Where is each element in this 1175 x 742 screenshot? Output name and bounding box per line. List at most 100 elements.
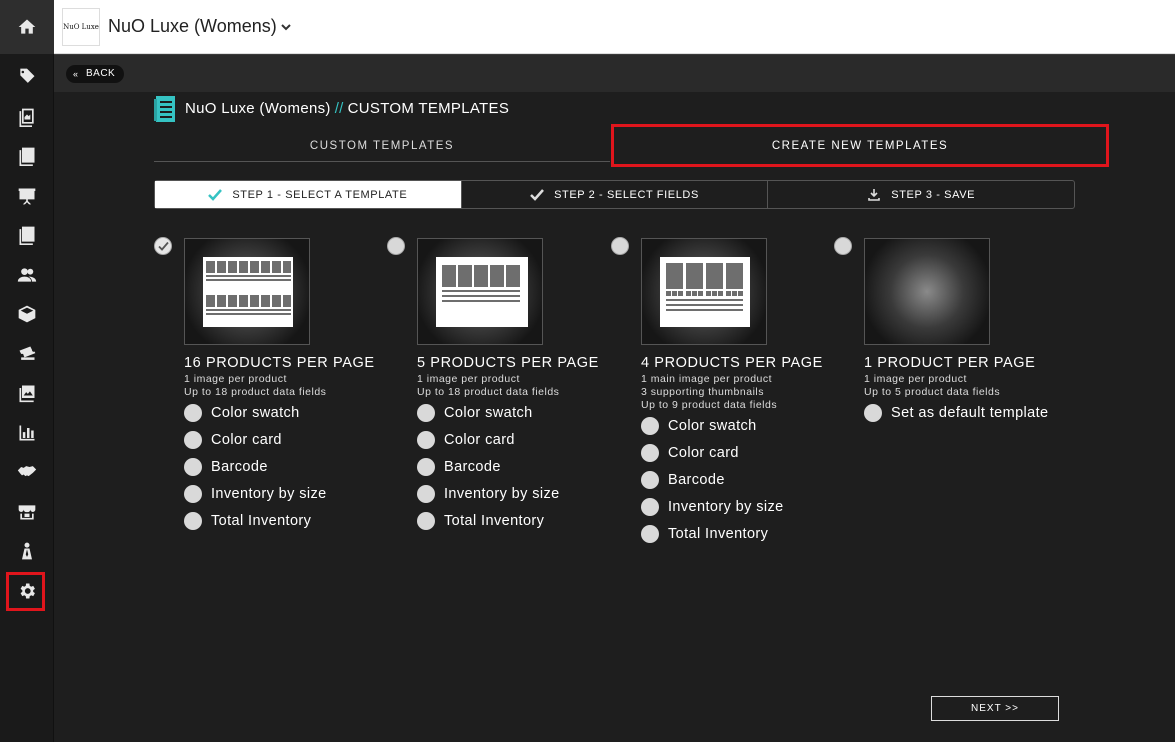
radio-button[interactable]: [184, 485, 202, 503]
sub-toolbar: « BACK: [54, 54, 1175, 92]
sidebar-item-presentations[interactable]: [0, 178, 54, 214]
radio-button[interactable]: [641, 525, 659, 543]
template-4-select-radio[interactable]: [611, 237, 629, 255]
template-desc-line: Up to 18 product data fields: [184, 386, 327, 398]
sidebar-item-tags[interactable]: [0, 59, 54, 95]
bar-chart-icon: [19, 425, 35, 441]
sidebar-item-partners[interactable]: [0, 454, 54, 490]
option-barcode[interactable]: Barcode: [184, 457, 268, 477]
sidebar-item-orders[interactable]: [0, 217, 54, 253]
tab-custom-templates[interactable]: CUSTOM TEMPLATES: [154, 128, 610, 162]
check-icon: [158, 241, 169, 251]
template-desc-line: Up to 5 product data fields: [864, 386, 1001, 398]
option-total-inventory[interactable]: Total Inventory: [184, 511, 311, 531]
option-color-swatch[interactable]: Color swatch: [641, 416, 757, 436]
tab-create-new-templates[interactable]: CREATE NEW TEMPLATES: [611, 124, 1109, 167]
radio-button[interactable]: [417, 431, 435, 449]
radio-button[interactable]: [417, 404, 435, 422]
option-inventory-by-size[interactable]: Inventory by size: [641, 497, 784, 517]
template-16-thumbnail[interactable]: [184, 238, 310, 345]
sidebar: [0, 0, 54, 742]
template-desc-line: Up to 18 product data fields: [417, 386, 560, 398]
brand-selector[interactable]: NuO Luxe (Womens): [108, 16, 277, 37]
template-1-select-radio[interactable]: [834, 237, 852, 255]
radio-button[interactable]: [184, 431, 202, 449]
radio-button[interactable]: [641, 471, 659, 489]
radio-button[interactable]: [641, 444, 659, 462]
template-desc-line: 1 image per product: [864, 373, 967, 385]
step-1-select-template[interactable]: STEP 1 - SELECT A TEMPLATE: [155, 181, 462, 208]
option-label: Inventory by size: [668, 499, 784, 515]
template-desc-line: 1 image per product: [417, 373, 520, 385]
sidebar-item-reps[interactable]: [0, 533, 54, 569]
radio-button[interactable]: [417, 485, 435, 503]
template-5-select-radio[interactable]: [387, 237, 405, 255]
double-chevron-left-icon: «: [73, 69, 79, 79]
template-4-thumbnail[interactable]: [641, 238, 767, 345]
back-button-label: BACK: [86, 68, 116, 79]
radio-button[interactable]: [864, 404, 882, 422]
checklist-icon: [19, 226, 35, 245]
template-5-thumbnail[interactable]: [417, 238, 543, 345]
step-2-select-fields[interactable]: STEP 2 - SELECT FIELDS: [462, 181, 769, 208]
template-desc-line: 1 image per product: [184, 373, 287, 385]
option-label: Total Inventory: [668, 526, 769, 542]
option-label: Barcode: [211, 459, 268, 475]
option-label: Barcode: [444, 459, 501, 475]
template-1-thumbnail[interactable]: [864, 238, 990, 345]
check-icon: [530, 188, 545, 201]
option-total-inventory[interactable]: Total Inventory: [641, 524, 768, 544]
template-list-icon: [154, 96, 175, 122]
box-icon: [18, 305, 36, 323]
tag-icon: [20, 68, 35, 83]
sidebar-item-store[interactable]: [0, 494, 54, 530]
option-inventory-by-size[interactable]: Inventory by size: [417, 484, 560, 504]
option-color-card[interactable]: Color card: [641, 443, 739, 463]
catalog-icon: [19, 147, 35, 166]
option-set-default-template[interactable]: Set as default template: [864, 403, 1049, 423]
option-color-card[interactable]: Color card: [417, 430, 515, 450]
template-16-select-radio[interactable]: [154, 237, 172, 255]
radio-button[interactable]: [184, 512, 202, 530]
sidebar-item-customers[interactable]: [0, 257, 54, 293]
sidebar-item-products[interactable]: [0, 296, 54, 332]
next-button[interactable]: NEXT >>: [931, 696, 1059, 721]
option-label: Color card: [668, 445, 739, 461]
option-total-inventory[interactable]: Total Inventory: [417, 511, 544, 531]
option-barcode[interactable]: Barcode: [417, 457, 501, 477]
salesperson-icon: [22, 542, 32, 560]
radio-button[interactable]: [184, 458, 202, 476]
sidebar-item-reports[interactable]: [0, 415, 54, 451]
download-icon: [868, 188, 881, 201]
option-barcode[interactable]: Barcode: [641, 470, 725, 490]
option-color-card[interactable]: Color card: [184, 430, 282, 450]
radio-button[interactable]: [641, 498, 659, 516]
back-button[interactable]: « BACK: [66, 65, 125, 83]
radio-button[interactable]: [641, 417, 659, 435]
option-color-swatch[interactable]: Color swatch: [184, 403, 300, 423]
top-header: NuO Luxe NuO Luxe (Womens): [54, 0, 1175, 54]
sidebar-item-catalogs[interactable]: [0, 138, 54, 174]
option-inventory-by-size[interactable]: Inventory by size: [184, 484, 327, 504]
check-icon: [208, 188, 223, 201]
sidebar-item-promotions[interactable]: [0, 336, 54, 372]
step-3-label: STEP 3 - SAVE: [891, 188, 976, 201]
sidebar-item-images[interactable]: [0, 375, 54, 411]
users-icon: [17, 268, 37, 282]
option-label: Color swatch: [211, 405, 300, 421]
option-label: Total Inventory: [444, 513, 545, 529]
template-title: 16 PRODUCTS PER PAGE: [184, 355, 375, 371]
radio-button[interactable]: [417, 512, 435, 530]
step-3-save[interactable]: STEP 3 - SAVE: [768, 181, 1074, 208]
sidebar-item-home[interactable]: [0, 0, 54, 54]
option-color-swatch[interactable]: Color swatch: [417, 403, 533, 423]
page-title-section: CUSTOM TEMPLATES: [347, 100, 510, 117]
handshake-icon: [17, 466, 37, 477]
step-1-label: STEP 1 - SELECT A TEMPLATE: [232, 188, 408, 201]
page-title: NuO Luxe (Womens)//CUSTOM TEMPLATES: [185, 100, 509, 117]
sidebar-item-linesheets[interactable]: [0, 99, 54, 135]
chevron-down-icon[interactable]: [279, 20, 293, 34]
gallery-book-icon: [19, 108, 34, 127]
radio-button[interactable]: [184, 404, 202, 422]
radio-button[interactable]: [417, 458, 435, 476]
